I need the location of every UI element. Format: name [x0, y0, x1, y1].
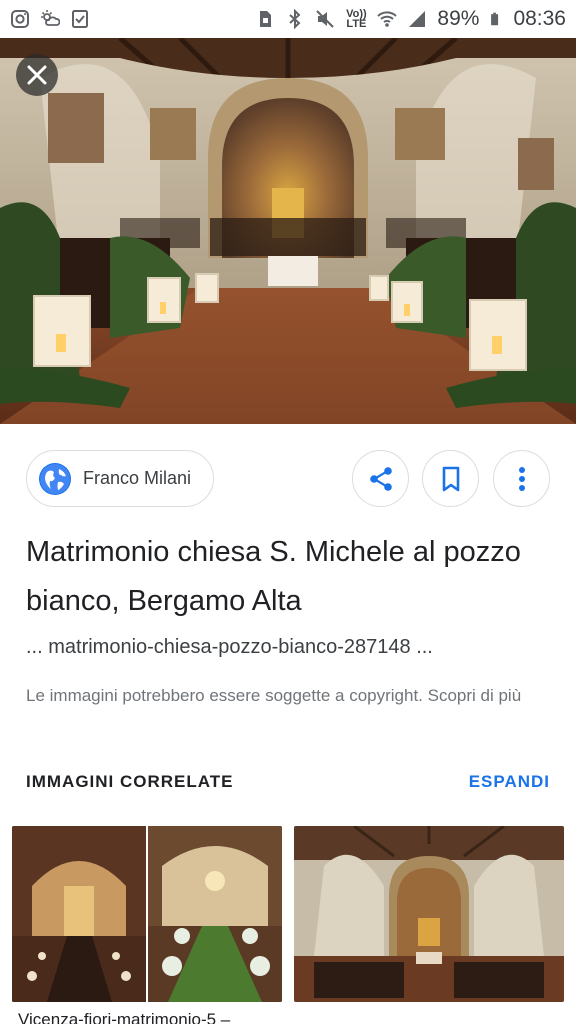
- source-chip[interactable]: Franco Milani: [26, 450, 214, 507]
- battery-percent: 89%: [437, 7, 480, 30]
- church-interior-thumb-image: [294, 826, 564, 1002]
- weather-icon: [41, 10, 60, 26]
- globe-icon: [39, 462, 71, 495]
- signal-icon: [409, 11, 426, 27]
- bookmark-button[interactable]: [422, 450, 479, 507]
- result-url[interactable]: ... matrimonio-chiesa-pozzo-bianco-28714…: [26, 636, 566, 659]
- status-left: [10, 9, 90, 29]
- status-bar: Vo)) LTE 89% 08:36: [0, 0, 576, 38]
- bookmark-icon: [442, 466, 459, 491]
- volte-label: Vo)) LTE: [346, 8, 367, 30]
- mute-icon: [316, 10, 335, 28]
- church-wedding-image: [12, 826, 282, 1002]
- sim-icon: [260, 11, 272, 27]
- clock: 08:36: [513, 7, 566, 30]
- more-options-button[interactable]: [493, 450, 550, 507]
- close-button[interactable]: [16, 54, 58, 96]
- related-images-heading: IMMAGINI CORRELATE: [26, 772, 234, 791]
- source-name: Franco Milani: [83, 468, 192, 488]
- instagram-icon: [11, 10, 29, 28]
- related-caption-1[interactable]: Vicenza-fiori-matrimonio-5 –: [18, 1010, 230, 1024]
- bluetooth-icon: [289, 9, 301, 29]
- status-right: Vo)) LTE 89% 08:36: [255, 7, 566, 31]
- checklist-icon: [72, 10, 88, 28]
- related-thumbnail-1[interactable]: [12, 826, 282, 1002]
- result-title[interactable]: Matrimonio chiesa S. Michele al pozzo bi…: [26, 528, 556, 626]
- share-icon: [369, 466, 392, 491]
- share-button[interactable]: [352, 450, 409, 507]
- related-thumbnail-2[interactable]: [294, 826, 564, 1002]
- close-icon: [27, 65, 47, 85]
- hero-image[interactable]: [0, 38, 576, 424]
- more-vert-icon: [518, 466, 525, 491]
- church-interior-image: [0, 38, 576, 424]
- wifi-icon: [377, 11, 398, 27]
- battery-icon: [491, 12, 499, 26]
- copyright-notice[interactable]: Le immagini potrebbero essere soggette a…: [26, 679, 556, 712]
- expand-button[interactable]: ESPANDI: [469, 772, 550, 792]
